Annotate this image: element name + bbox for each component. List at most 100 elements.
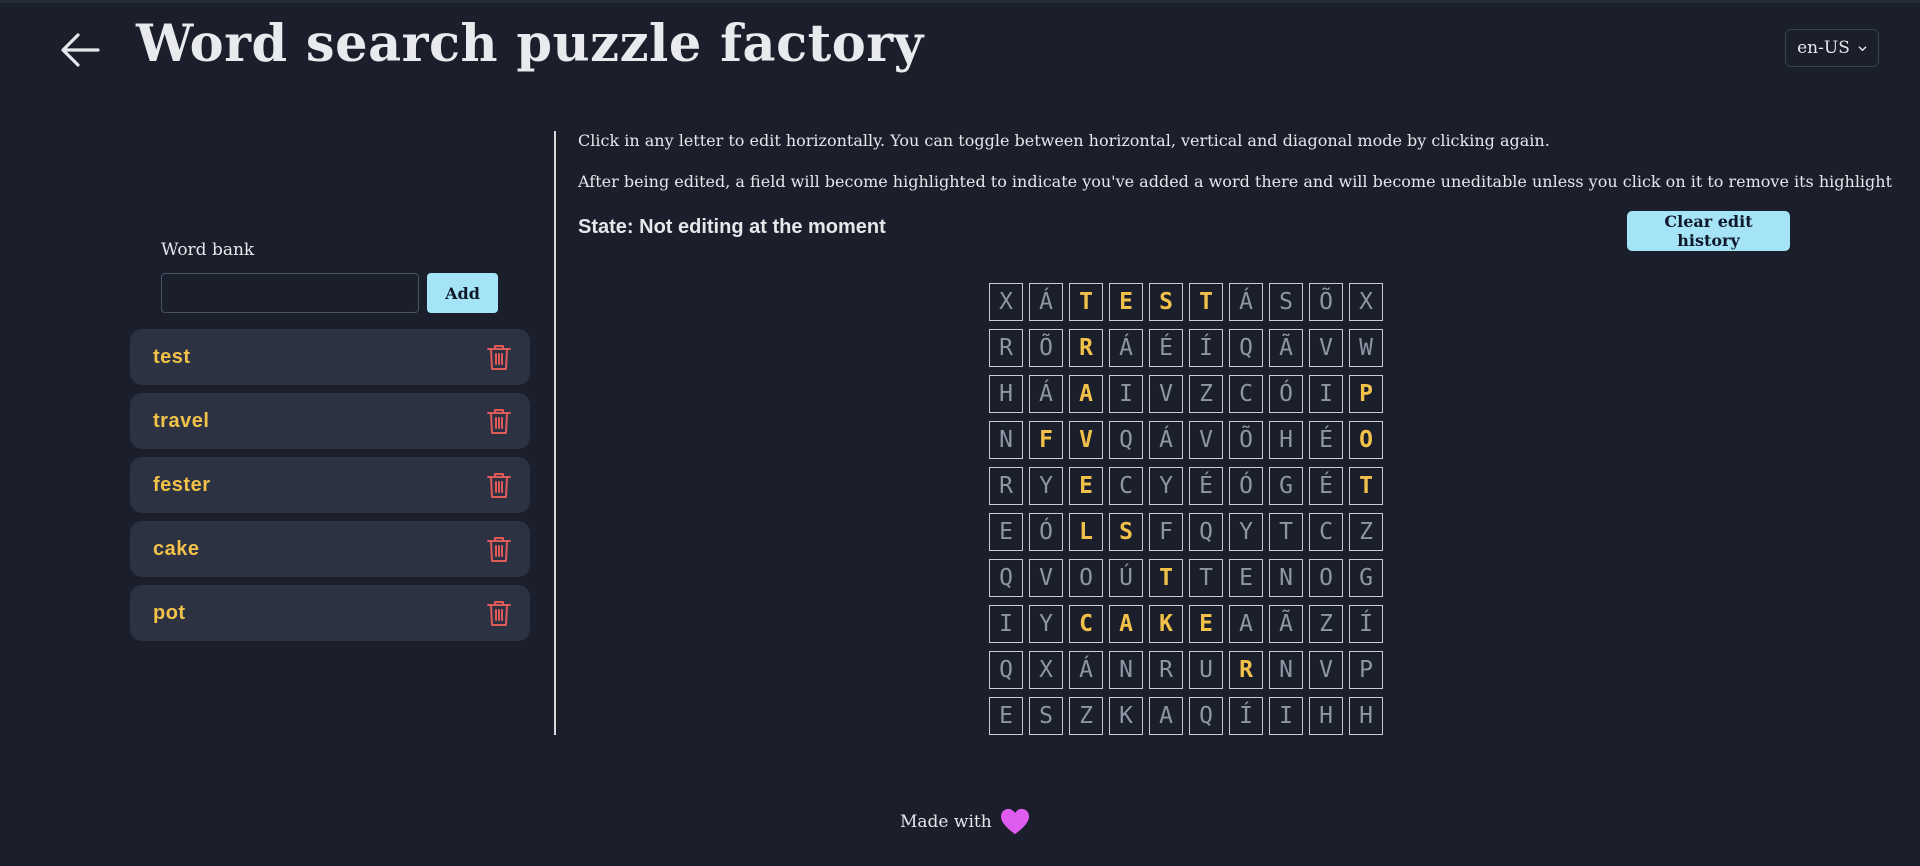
delete-word-button[interactable] (486, 535, 512, 563)
grid-cell[interactable]: E (989, 697, 1023, 735)
grid-cell[interactable]: E (1189, 605, 1223, 643)
grid-cell[interactable]: V (1069, 421, 1103, 459)
grid-cell[interactable]: É (1309, 421, 1343, 459)
grid-cell[interactable]: W (1349, 329, 1383, 367)
grid-cell[interactable]: Á (1029, 375, 1063, 413)
grid-cell[interactable]: K (1109, 697, 1143, 735)
grid-cell[interactable]: I (1269, 697, 1303, 735)
grid-cell[interactable]: T (1349, 467, 1383, 505)
grid-cell[interactable]: V (1189, 421, 1223, 459)
grid-cell[interactable]: A (1109, 605, 1143, 643)
grid-cell[interactable]: H (989, 375, 1023, 413)
grid-cell[interactable]: Z (1309, 605, 1343, 643)
grid-cell[interactable]: Á (1029, 283, 1063, 321)
delete-word-button[interactable] (486, 471, 512, 499)
grid-cell[interactable]: V (1309, 651, 1343, 689)
grid-cell[interactable]: Y (1029, 467, 1063, 505)
grid-cell[interactable]: T (1069, 283, 1103, 321)
grid-cell[interactable]: S (1269, 283, 1303, 321)
grid-cell[interactable]: T (1269, 513, 1303, 551)
grid-cell[interactable]: Q (1109, 421, 1143, 459)
grid-cell[interactable]: A (1069, 375, 1103, 413)
grid-cell[interactable]: C (1309, 513, 1343, 551)
grid-cell[interactable]: Q (1189, 513, 1223, 551)
grid-cell[interactable]: C (1229, 375, 1263, 413)
grid-cell[interactable]: U (1189, 651, 1223, 689)
grid-cell[interactable]: Á (1109, 329, 1143, 367)
grid-cell[interactable]: S (1109, 513, 1143, 551)
grid-cell[interactable]: Ó (1029, 513, 1063, 551)
grid-cell[interactable]: Y (1029, 605, 1063, 643)
grid-cell[interactable]: Á (1229, 283, 1263, 321)
grid-cell[interactable]: N (1109, 651, 1143, 689)
grid-cell[interactable]: O (1309, 559, 1343, 597)
grid-cell[interactable]: C (1109, 467, 1143, 505)
grid-cell[interactable]: O (1349, 421, 1383, 459)
grid-cell[interactable]: A (1229, 605, 1263, 643)
grid-cell[interactable]: E (1069, 467, 1103, 505)
grid-cell[interactable]: Z (1069, 697, 1103, 735)
grid-cell[interactable]: N (1269, 559, 1303, 597)
grid-cell[interactable]: X (1349, 283, 1383, 321)
grid-cell[interactable]: L (1069, 513, 1103, 551)
back-button[interactable] (58, 30, 102, 70)
grid-cell[interactable]: T (1189, 283, 1223, 321)
grid-cell[interactable]: E (1109, 283, 1143, 321)
grid-cell[interactable]: R (1069, 329, 1103, 367)
grid-cell[interactable]: Y (1229, 513, 1263, 551)
grid-cell[interactable]: X (1029, 651, 1063, 689)
grid-cell[interactable]: R (989, 467, 1023, 505)
grid-cell[interactable]: G (1269, 467, 1303, 505)
grid-cell[interactable]: F (1029, 421, 1063, 459)
grid-cell[interactable]: Í (1349, 605, 1383, 643)
grid-cell[interactable]: R (1149, 651, 1183, 689)
grid-cell[interactable]: X (989, 283, 1023, 321)
grid-cell[interactable]: C (1069, 605, 1103, 643)
grid-cell[interactable]: Õ (1229, 421, 1263, 459)
grid-cell[interactable]: Í (1229, 697, 1263, 735)
grid-cell[interactable]: R (1229, 651, 1263, 689)
grid-cell[interactable]: É (1309, 467, 1343, 505)
grid-cell[interactable]: Á (1069, 651, 1103, 689)
grid-cell[interactable]: R (989, 329, 1023, 367)
clear-edit-history-button[interactable]: Clear edit history (1627, 211, 1790, 251)
grid-cell[interactable]: Q (989, 559, 1023, 597)
grid-cell[interactable]: F (1149, 513, 1183, 551)
grid-cell[interactable]: Ó (1269, 375, 1303, 413)
grid-cell[interactable]: I (1309, 375, 1343, 413)
grid-cell[interactable]: S (1029, 697, 1063, 735)
grid-cell[interactable]: I (989, 605, 1023, 643)
grid-cell[interactable]: G (1349, 559, 1383, 597)
grid-cell[interactable]: N (989, 421, 1023, 459)
grid-cell[interactable]: Y (1149, 467, 1183, 505)
grid-cell[interactable]: K (1149, 605, 1183, 643)
grid-cell[interactable]: P (1349, 651, 1383, 689)
delete-word-button[interactable] (486, 599, 512, 627)
grid-cell[interactable]: Ú (1109, 559, 1143, 597)
grid-cell[interactable]: Ã (1269, 329, 1303, 367)
add-word-button[interactable]: Add (427, 273, 498, 313)
grid-cell[interactable]: Õ (1029, 329, 1063, 367)
grid-cell[interactable]: E (1229, 559, 1263, 597)
grid-cell[interactable]: Z (1349, 513, 1383, 551)
grid-cell[interactable]: P (1349, 375, 1383, 413)
grid-cell[interactable]: Q (1229, 329, 1263, 367)
grid-cell[interactable]: É (1189, 467, 1223, 505)
grid-cell[interactable]: Q (1189, 697, 1223, 735)
grid-cell[interactable]: Ó (1229, 467, 1263, 505)
grid-cell[interactable]: S (1149, 283, 1183, 321)
grid-cell[interactable]: T (1149, 559, 1183, 597)
grid-cell[interactable]: A (1149, 697, 1183, 735)
word-bank-input[interactable] (161, 273, 419, 313)
grid-cell[interactable]: I (1109, 375, 1143, 413)
grid-cell[interactable]: É (1149, 329, 1183, 367)
grid-cell[interactable]: E (989, 513, 1023, 551)
grid-cell[interactable]: V (1149, 375, 1183, 413)
language-select[interactable]: en-US (1785, 29, 1879, 67)
grid-cell[interactable]: H (1309, 697, 1343, 735)
grid-cell[interactable]: Á (1149, 421, 1183, 459)
grid-cell[interactable]: O (1069, 559, 1103, 597)
grid-cell[interactable]: Õ (1309, 283, 1343, 321)
grid-cell[interactable]: H (1349, 697, 1383, 735)
grid-cell[interactable]: V (1309, 329, 1343, 367)
